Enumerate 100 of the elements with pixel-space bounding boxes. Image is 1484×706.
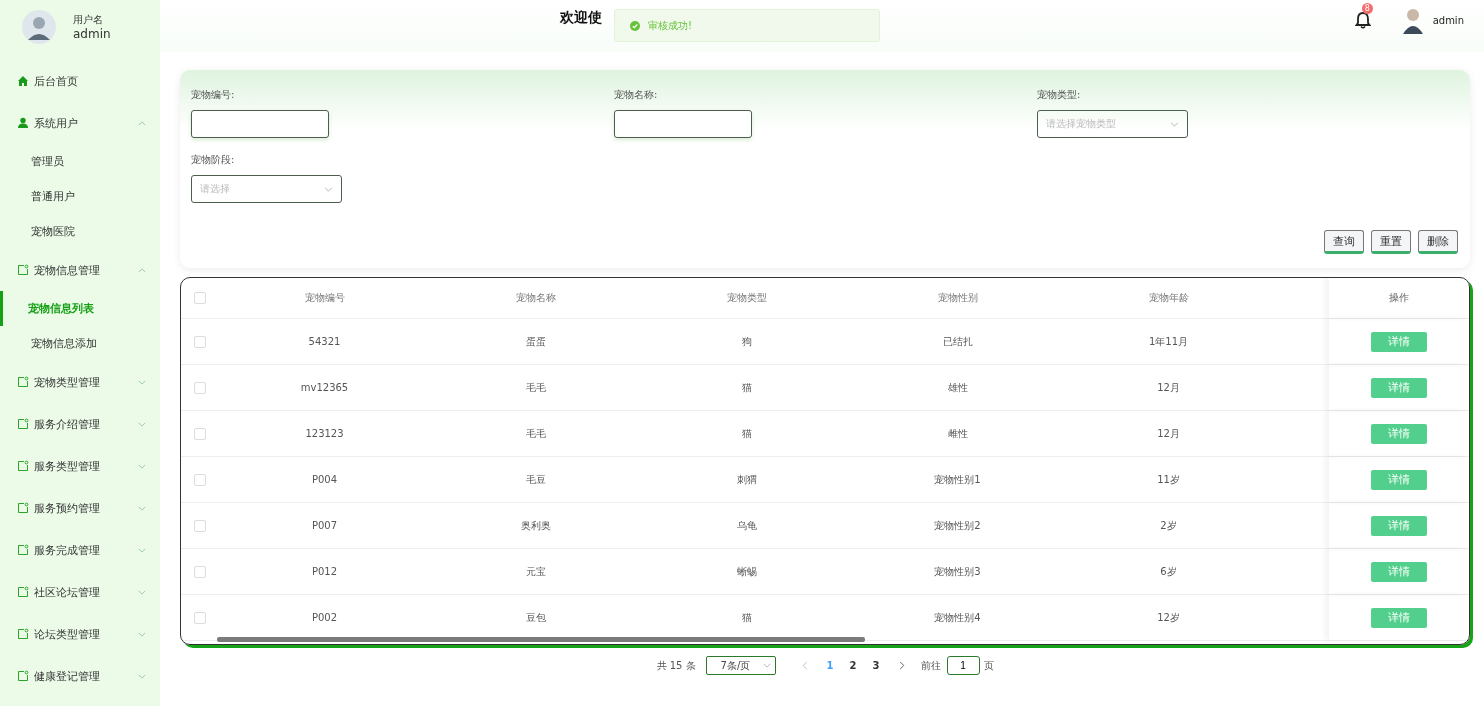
document-icon [17, 628, 29, 640]
menu-item[interactable]: 社区论坛管理 [0, 571, 160, 613]
document-icon [17, 460, 29, 472]
table-cell-text: 刺猬 [735, 472, 758, 487]
table-cell-text: 12月 [1156, 380, 1181, 395]
menu-item[interactable]: 服务预约管理 [0, 487, 160, 529]
avatar-icon [1400, 6, 1425, 34]
checkbox[interactable] [194, 611, 206, 624]
chevron-down-icon [138, 379, 146, 385]
check-circle-icon [630, 20, 640, 31]
menu-item[interactable]: 服务完成管理 [0, 529, 160, 571]
menu-item[interactable]: 宠物类型管理 [0, 361, 160, 403]
table-cell-text: 猫 [740, 610, 753, 625]
chevron-down-icon [138, 421, 146, 427]
next-page-icon[interactable] [898, 661, 905, 670]
page-number[interactable]: 2 [846, 660, 860, 671]
input-field[interactable] [614, 110, 752, 138]
submenu-item[interactable]: 普通用户 [0, 179, 160, 214]
table-cell-text: 宠物性别3 [933, 564, 982, 579]
action-button[interactable]: 查询 [1324, 230, 1364, 254]
checkbox[interactable] [194, 427, 206, 440]
action-button[interactable]: 删除 [1418, 230, 1458, 254]
checkbox[interactable] [194, 292, 206, 304]
checkbox[interactable] [194, 473, 206, 486]
previous-page-icon[interactable] [801, 661, 808, 670]
checkbox[interactable] [194, 381, 206, 394]
submenu-item[interactable]: 宠物医院 [0, 214, 160, 249]
document-icon [17, 670, 29, 682]
document-icon [17, 544, 29, 556]
menu-item[interactable]: 后台首页 [0, 60, 160, 102]
field-label: 宠物阶段: [191, 153, 236, 167]
goto-label: 前往 [920, 658, 941, 673]
table-cell-text: P007 [310, 520, 339, 531]
table-cell-text: 1年11月 [1147, 334, 1190, 349]
chevron-down-icon [138, 631, 146, 637]
column-header: 宠物编号 [303, 291, 346, 305]
scrollbar[interactable] [217, 637, 865, 642]
menu-item[interactable]: 论坛类型管理 [0, 613, 160, 655]
menu-item[interactable]: 服务类型管理 [0, 445, 160, 487]
menu-item[interactable]: 系统用户 [0, 102, 160, 144]
total-count: 共 15 条 [656, 658, 696, 673]
table-cell-text: 雄性 [946, 380, 969, 395]
table-cell-text: 狗 [740, 334, 753, 349]
checkbox[interactable] [194, 335, 206, 348]
table-cell-text: 雌性 [946, 426, 969, 441]
column-header: 宠物名称 [514, 291, 557, 305]
table-cell-text: 蜥蜴 [735, 564, 758, 579]
page-size-select[interactable]: 7条/页 [705, 656, 776, 675]
chevron-up-icon [138, 267, 146, 273]
column-header: 宠物类型 [725, 291, 768, 305]
table-cell-text: 宠物性别4 [933, 610, 982, 625]
table-cell-text: P002 [310, 612, 339, 623]
field-label: 宠物类型: [1037, 88, 1082, 102]
submenu-item[interactable]: 管理员 [0, 144, 160, 179]
column-header: 宠物性别 [936, 291, 979, 305]
column-header: 宠物年龄 [1147, 291, 1190, 305]
table-cell-text: 54321 [307, 336, 342, 347]
user-icon [17, 117, 29, 129]
chevron-down-icon [138, 505, 146, 511]
action-button[interactable]: 重置 [1371, 230, 1411, 254]
checkbox[interactable] [194, 519, 206, 532]
username-label: 用户名 [73, 13, 104, 27]
menu-item[interactable]: 健康登记管理 [0, 655, 160, 697]
field-label: 宠物编号: [191, 88, 236, 102]
home-icon [17, 75, 29, 87]
table-cell-text: 宠物性别1 [933, 472, 982, 487]
chevron-down-icon [762, 663, 771, 668]
username: admin [73, 27, 111, 41]
table-cell-text: 123123 [304, 428, 345, 439]
chevron-down-icon [138, 673, 146, 679]
chevron-down-icon [1170, 121, 1179, 127]
document-icon [17, 418, 29, 430]
table-cell-text: 豆包 [524, 610, 547, 625]
table-cell-text: 11岁 [1156, 472, 1181, 487]
notification-badge: 8 [1361, 3, 1373, 14]
document-icon [17, 376, 29, 388]
avatar-icon [22, 10, 56, 44]
page-number[interactable]: 3 [869, 660, 883, 671]
table-cell-text: 乌龟 [735, 518, 758, 533]
input-field[interactable] [191, 110, 329, 138]
menu-item[interactable]: 服务介绍管理 [0, 403, 160, 445]
table-cell-text: 毛毛 [524, 380, 547, 395]
bell-icon[interactable] [1354, 11, 1371, 29]
page-title: 欢迎使 [560, 9, 602, 27]
chevron-down-icon [138, 589, 146, 595]
submenu-item[interactable]: 宠物信息添加 [0, 326, 160, 361]
table-cell-text: P012 [310, 566, 339, 577]
chevron-down-icon [138, 547, 146, 553]
table-cell-text: 奥利奥 [519, 518, 552, 533]
table-cell-text: 猫 [740, 380, 753, 395]
table-cell-text: mv12365 [299, 382, 350, 393]
column-header: 操作 [1329, 278, 1469, 318]
checkbox[interactable] [194, 565, 206, 578]
toast-message: 审核成功! [614, 9, 880, 42]
menu-item[interactable]: 宠物信息管理 [0, 249, 160, 291]
header-username: admin [1432, 14, 1464, 26]
table-cell-text: 元宝 [524, 564, 547, 579]
chevron-up-icon [138, 120, 146, 126]
goto-page-field[interactable]: 1 [946, 656, 980, 675]
table-cell-text: 毛豆 [524, 472, 547, 487]
